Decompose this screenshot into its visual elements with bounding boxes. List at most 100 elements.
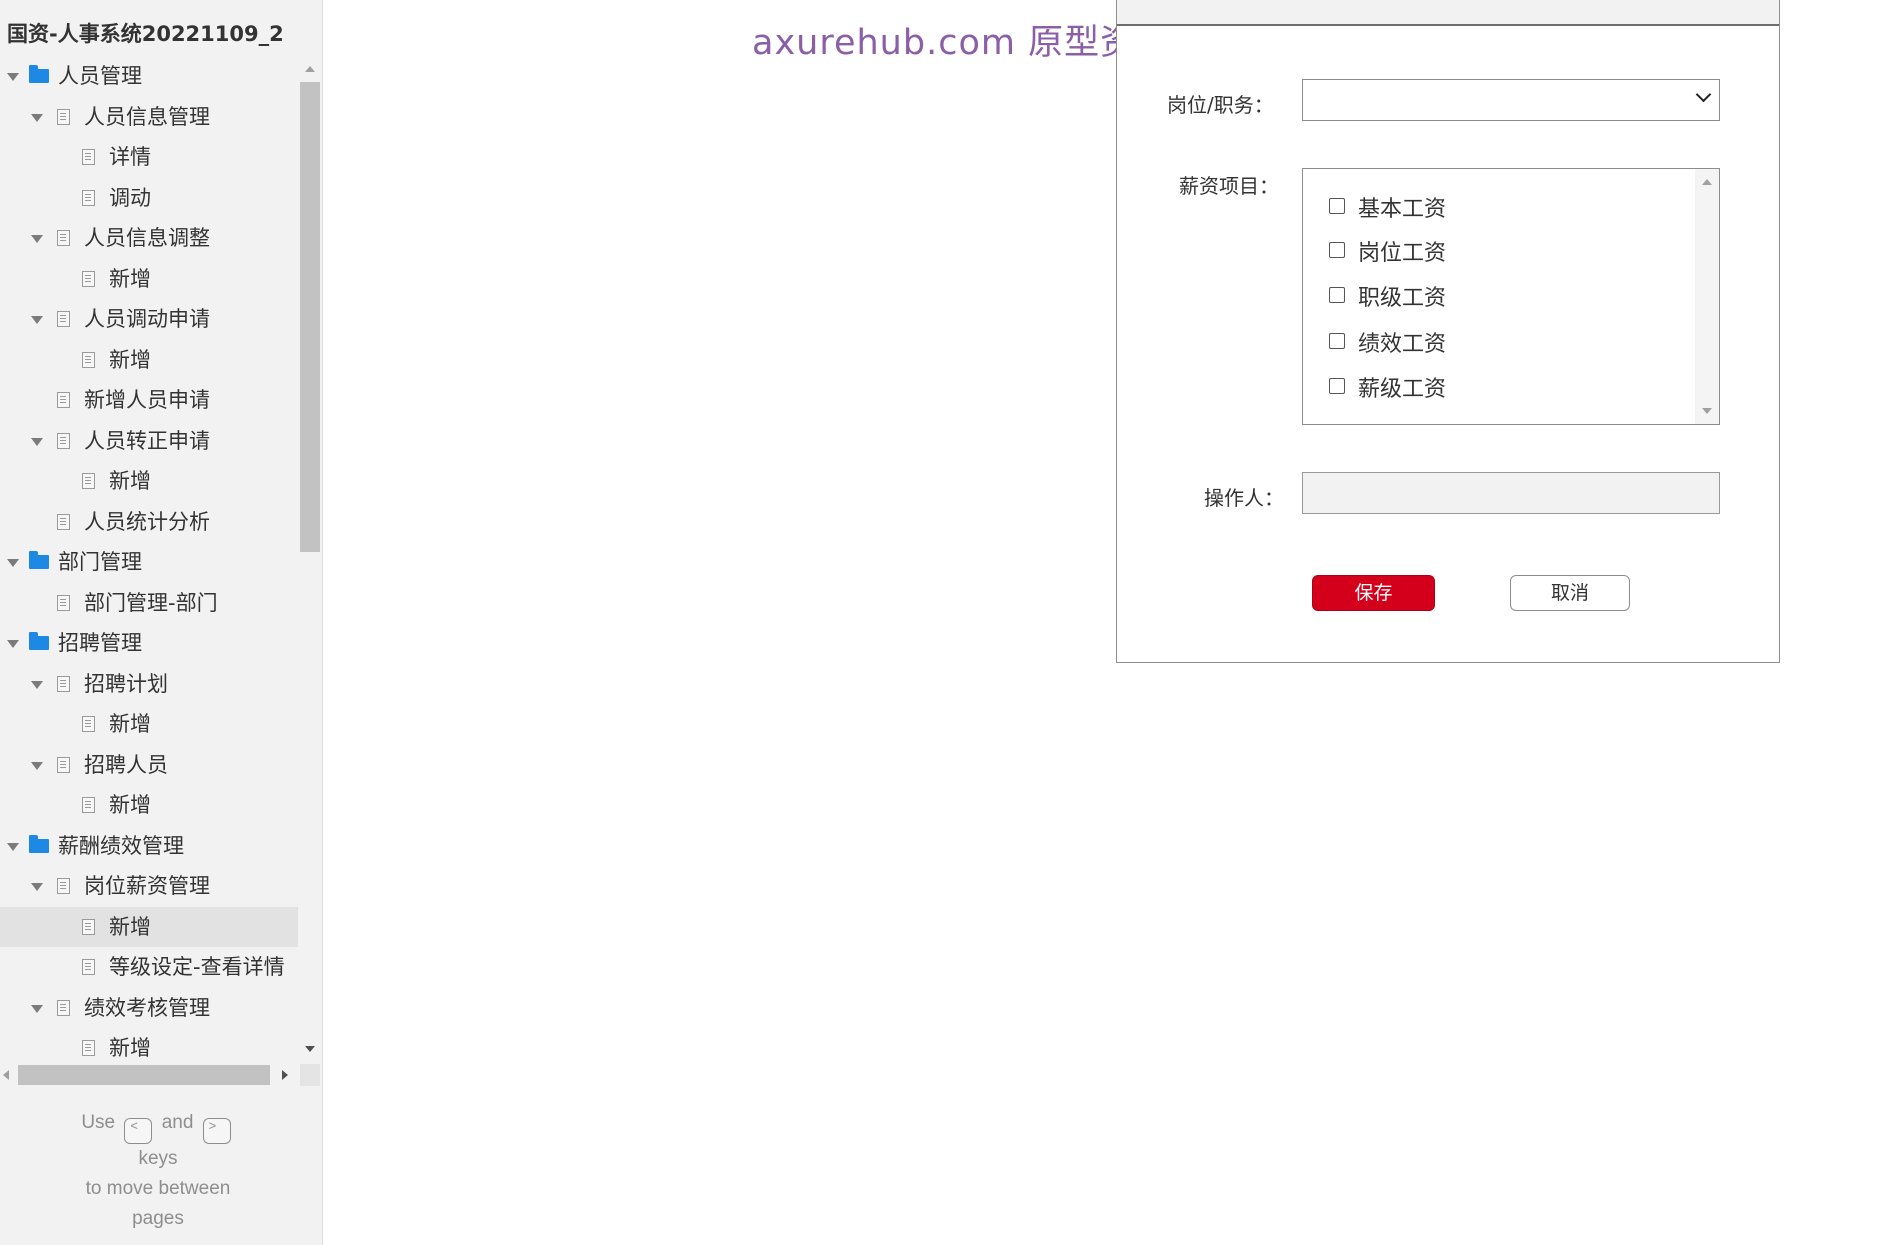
- sidebar-item[interactable]: 人员管理: [0, 56, 298, 97]
- checkbox[interactable]: [1329, 242, 1345, 258]
- sidebar-item[interactable]: 招聘管理: [0, 623, 298, 664]
- sidebar-item[interactable]: 人员信息管理: [0, 97, 298, 138]
- sidebar-item-label: 人员转正申请: [84, 428, 210, 453]
- sidebar-item[interactable]: 人员统计分析: [0, 502, 298, 543]
- operator-field[interactable]: [1302, 472, 1720, 514]
- salary-item-label: 薪级工资: [1358, 377, 1447, 402]
- scroll-right-arrow-icon[interactable]: [282, 1070, 288, 1080]
- sidebar-item-label: 详情: [109, 145, 151, 169]
- expand-triangle-icon[interactable]: [31, 316, 43, 324]
- expand-triangle-icon[interactable]: [7, 73, 19, 81]
- sidebar-item[interactable]: 新增人员申请: [0, 380, 298, 421]
- expand-triangle-icon[interactable]: [31, 437, 43, 446]
- sidebar-item-label: 岗位薪资管理: [84, 874, 210, 898]
- sidebar-item[interactable]: 等级设定-查看详情: [0, 947, 298, 988]
- sidebar-item[interactable]: 新增: [0, 704, 298, 745]
- expand-triangle-icon[interactable]: [31, 680, 43, 689]
- checkbox[interactable]: [1329, 287, 1345, 303]
- save-button[interactable]: 保存: [1312, 575, 1435, 611]
- page-icon: [82, 149, 95, 165]
- folder-icon: [29, 551, 49, 569]
- sidebar-item-label: 新增: [109, 793, 151, 817]
- sidebar-item-label: 绩效考核管理: [84, 995, 210, 1020]
- scroll-up-arrow-icon[interactable]: [305, 66, 315, 72]
- cancel-button[interactable]: 取消: [1510, 575, 1630, 611]
- sidebar-item-label: 部门管理-部门: [84, 590, 218, 615]
- next-key-icon: >: [202, 1118, 231, 1144]
- sidebar-item[interactable]: 人员信息调整: [0, 218, 298, 259]
- checkbox[interactable]: [1329, 333, 1345, 349]
- sidebar-item-label: 部门管理: [58, 550, 142, 574]
- sidebar-item-label: 招聘计划: [84, 671, 168, 696]
- page-icon: [82, 1040, 95, 1056]
- sidebar-item-label: 新增: [109, 1036, 151, 1060]
- salary-items-label: 薪资项目：: [1179, 174, 1279, 198]
- page-icon: [82, 716, 95, 732]
- hint-line2-text: to move between: [85, 1178, 231, 1199]
- expand-triangle-icon[interactable]: [31, 1004, 43, 1013]
- sidebar-item[interactable]: 人员调动申请: [0, 299, 298, 340]
- sidebar-item[interactable]: 新增: [0, 1028, 298, 1060]
- page-icon: [57, 675, 70, 692]
- sidebar-item[interactable]: 调动: [0, 178, 298, 219]
- horizontal-scroll-thumb[interactable]: [18, 1065, 270, 1085]
- hint-and-text: and: [161, 1112, 194, 1133]
- page-icon: [82, 918, 95, 935]
- sidebar-item[interactable]: 新增: [0, 906, 298, 947]
- sidebar-item[interactable]: 绩效考核管理: [0, 988, 298, 1029]
- checkbox[interactable]: [1329, 378, 1345, 394]
- checkbox[interactable]: [1329, 198, 1345, 214]
- sidebar-item-label: 等级设定-查看详情: [109, 955, 285, 979]
- sidebar-item-label: 人员调动申请: [84, 307, 210, 331]
- sidebar-item[interactable]: 招聘计划: [0, 664, 298, 705]
- sidebar-item[interactable]: 新增: [0, 461, 298, 502]
- salary-item-label: 基本工资: [1358, 197, 1447, 222]
- salary-items-list: 基本工资 岗位工资 职级工资 绩效工资 薪级工资: [1302, 168, 1720, 425]
- sidebar: 国资-人事系统20221109_2 人员管理 人员信息管理 详情 调动 人员信息调整 新增…: [0, 0, 323, 1245]
- sidebar-horizontal-scrollbar[interactable]: [0, 1064, 300, 1086]
- scroll-left-arrow-icon[interactable]: [3, 1070, 9, 1080]
- vertical-scroll-thumb[interactable]: [300, 82, 320, 552]
- expand-triangle-icon[interactable]: [31, 235, 43, 243]
- sidebar-item[interactable]: 部门管理: [0, 542, 298, 583]
- sidebar-item[interactable]: 新增: [0, 259, 298, 300]
- position-label: 岗位/职务：: [1167, 93, 1274, 117]
- list-scrollbar[interactable]: [1695, 169, 1719, 424]
- sidebar-item-label: 调动: [109, 185, 151, 210]
- page-icon: [57, 432, 70, 449]
- sidebar-item[interactable]: 详情: [0, 137, 298, 178]
- chevron-down-icon[interactable]: [1695, 86, 1712, 103]
- folder-icon: [29, 65, 49, 83]
- sidebar-item-label: 新增: [109, 469, 151, 493]
- expand-triangle-icon[interactable]: [7, 842, 19, 851]
- list-scroll-down-icon[interactable]: [1702, 408, 1712, 414]
- sidebar-item[interactable]: 薪酬绩效管理: [0, 826, 298, 867]
- sidebar-item[interactable]: 招聘人员: [0, 745, 298, 786]
- sidebar-item-label: 招聘人员: [84, 752, 168, 777]
- hint-use-text: Use: [81, 1112, 116, 1133]
- sidebar-item-label: 人员信息管理: [84, 104, 210, 129]
- sidebar-vertical-scrollbar[interactable]: [300, 60, 320, 1060]
- expand-triangle-icon[interactable]: [31, 761, 43, 770]
- sidebar-item[interactable]: 新增: [0, 340, 298, 381]
- project-title: 国资-人事系统20221109_2: [7, 22, 284, 46]
- page-icon: [57, 594, 70, 611]
- expand-triangle-icon[interactable]: [7, 559, 19, 567]
- page-icon: [57, 878, 70, 894]
- scroll-down-arrow-icon[interactable]: [305, 1046, 315, 1052]
- sidebar-item[interactable]: 岗位薪资管理: [0, 866, 298, 907]
- page-icon: [57, 108, 70, 125]
- expand-triangle-icon[interactable]: [31, 883, 43, 891]
- sidebar-item[interactable]: 人员转正申请: [0, 421, 298, 462]
- page-icon: [82, 351, 95, 368]
- salary-item-label: 岗位工资: [1358, 241, 1447, 266]
- sidebar-item[interactable]: 部门管理-部门: [0, 583, 298, 624]
- expand-triangle-icon[interactable]: [7, 640, 19, 648]
- position-select[interactable]: [1302, 79, 1720, 121]
- expand-triangle-icon[interactable]: [31, 113, 43, 122]
- list-scroll-up-icon[interactable]: [1702, 179, 1712, 185]
- page-icon: [57, 230, 70, 246]
- keyboard-navigation-hint: Use < and > keys to move between pages: [0, 1108, 316, 1234]
- operator-label: 操作人：: [1204, 486, 1284, 510]
- sidebar-item[interactable]: 新增: [0, 785, 298, 826]
